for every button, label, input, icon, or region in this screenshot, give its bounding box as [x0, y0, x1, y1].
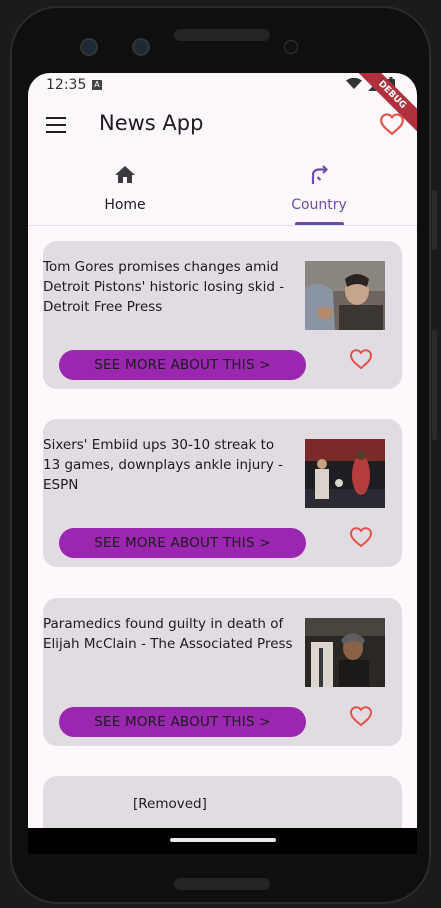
home-icon	[115, 166, 135, 183]
front-camera-2	[132, 38, 150, 56]
favorite-heart-icon[interactable]	[349, 704, 373, 728]
app-title: News App	[99, 111, 204, 135]
see-more-button[interactable]: SEE MORE ABOUT THIS >	[59, 350, 306, 380]
news-title: Paramedics found guilty in death of Elij…	[43, 616, 293, 652]
tab-indicator	[295, 222, 344, 225]
tab-home[interactable]: Home	[28, 153, 222, 225]
news-title: Tom Gores promises changes amid Detroit …	[43, 259, 285, 315]
system-nav-bar	[28, 828, 417, 854]
news-thumbnail[interactable]	[305, 618, 385, 687]
see-more-button[interactable]: SEE MORE ABOUT THIS >	[59, 707, 306, 737]
menu-icon[interactable]	[46, 117, 66, 133]
tab-bar: Home Country	[28, 153, 417, 226]
tab-country-label: Country	[291, 197, 347, 213]
wifi-icon	[346, 78, 362, 89]
see-more-button[interactable]: SEE MORE ABOUT THIS >	[59, 528, 306, 558]
volume-button	[432, 330, 437, 440]
news-card[interactable]: Paramedics found guilty in death of Elij…	[43, 598, 402, 746]
favorite-heart-icon[interactable]	[349, 525, 373, 549]
tab-home-label: Home	[104, 197, 146, 213]
app-screen: 12:35 A DEBUG News App Home Country Tom …	[28, 73, 417, 850]
news-thumbnail[interactable]	[305, 439, 385, 508]
favorites-heart-icon[interactable]	[379, 111, 405, 137]
news-feed[interactable]: Tom Gores promises changes amid Detroit …	[28, 226, 417, 850]
front-camera	[80, 38, 98, 56]
news-title: [Removed]	[133, 796, 207, 812]
turn-arrow-icon	[311, 165, 329, 184]
status-bar: 12:35 A DEBUG	[28, 73, 417, 140]
news-card[interactable]: Tom Gores promises changes amid Detroit …	[43, 241, 402, 389]
proximity-sensor	[284, 40, 298, 54]
bottom-speaker	[174, 878, 270, 890]
news-title: Sixers' Embiid ups 30-10 streak to 13 ga…	[43, 437, 284, 493]
app-bar: News App	[28, 99, 417, 151]
status-time: 12:35	[46, 77, 87, 93]
status-a-icon: A	[92, 80, 102, 90]
power-button	[432, 190, 437, 250]
tab-country[interactable]: Country	[222, 153, 416, 225]
favorite-heart-icon[interactable]	[349, 347, 373, 371]
news-card[interactable]: Sixers' Embiid ups 30-10 streak to 13 ga…	[43, 419, 402, 567]
news-thumbnail[interactable]	[305, 261, 385, 330]
top-speaker	[174, 29, 270, 41]
home-gesture-handle[interactable]	[170, 838, 276, 842]
phone-frame: 12:35 A DEBUG News App Home Country Tom …	[0, 0, 441, 908]
